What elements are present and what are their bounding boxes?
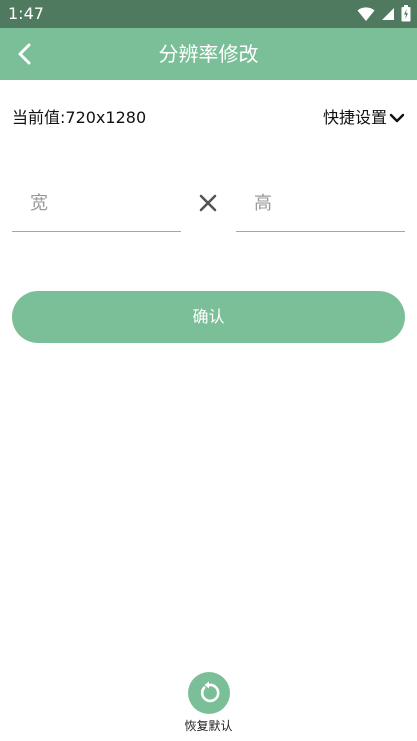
app-bar: 分辨率修改	[0, 28, 417, 80]
restore-default-button[interactable]: 恢复默认	[168, 672, 249, 738]
chevron-down-icon	[389, 113, 405, 123]
quick-settings-label: 快捷设置	[322, 108, 387, 127]
status-time: 1:47	[8, 4, 44, 23]
wifi-icon	[357, 6, 375, 21]
current-resolution: 当前值:720x1280	[12, 108, 147, 127]
status-bar: 1:47	[0, 0, 417, 28]
multiply-icon	[199, 194, 217, 212]
quick-settings-dropdown[interactable]: 快捷设置	[323, 107, 405, 129]
page-title: 分辨率修改	[158, 42, 259, 66]
height-input[interactable]	[236, 176, 405, 232]
confirm-button[interactable]: 确认	[12, 291, 405, 343]
battery-icon	[401, 5, 411, 22]
restore-icon	[188, 672, 230, 714]
width-input[interactable]	[12, 176, 181, 232]
restore-default-label: 恢复默认	[184, 719, 233, 733]
status-icons	[357, 5, 411, 22]
signal-icon	[382, 7, 394, 20]
